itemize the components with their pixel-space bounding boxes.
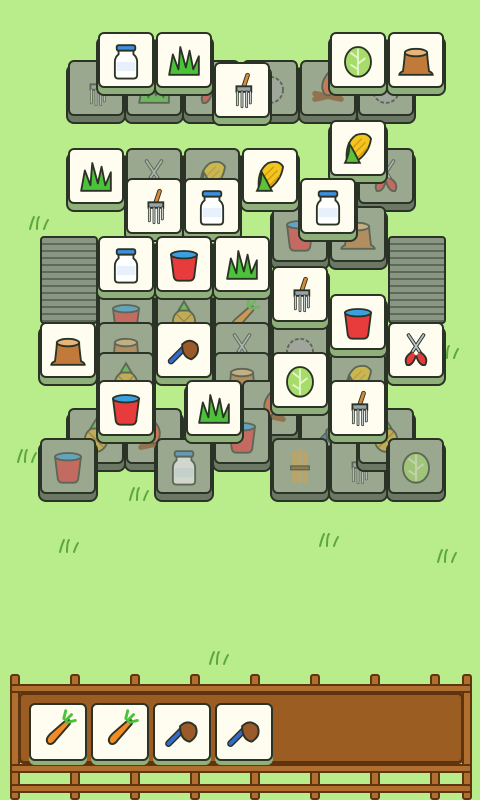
tray-tile-brush bbox=[215, 703, 273, 761]
lettuce-icon bbox=[402, 452, 430, 484]
water-bucket-icon bbox=[169, 250, 199, 282]
board-tile-water-bucket[interactable] bbox=[156, 236, 212, 292]
grass-icon bbox=[168, 46, 200, 76]
tile-stack-right bbox=[388, 236, 446, 324]
grass-tuft-decoration bbox=[58, 538, 80, 558]
pitchfork-icon bbox=[293, 276, 311, 313]
grass-tuft-decoration bbox=[28, 215, 50, 235]
game-board bbox=[0, 0, 480, 665]
board-tile-water-bucket[interactable] bbox=[98, 380, 154, 436]
board-tile-tree-stump[interactable] bbox=[40, 322, 96, 378]
board-tile-pitchfork[interactable] bbox=[330, 380, 386, 436]
board-tile-lettuce bbox=[388, 438, 444, 494]
board-tile-wheat-bundle bbox=[272, 438, 328, 494]
grass-icon bbox=[226, 250, 258, 280]
brush-icon bbox=[227, 721, 260, 747]
milk-bottle-icon bbox=[171, 450, 197, 486]
tree-stump-icon bbox=[398, 47, 434, 76]
board-tile-grass[interactable] bbox=[214, 236, 270, 292]
board-tile-lettuce[interactable] bbox=[272, 352, 328, 408]
tray-tile-carrot bbox=[91, 703, 149, 761]
tray-tile-brush bbox=[153, 703, 211, 761]
pruning-shears-icon bbox=[404, 333, 428, 367]
milk-bottle-icon bbox=[199, 190, 225, 226]
board-tile-water-bucket[interactable] bbox=[330, 294, 386, 350]
milk-bottle-icon bbox=[113, 44, 139, 80]
brush-icon bbox=[165, 721, 198, 747]
brush-icon bbox=[167, 339, 199, 365]
board-tile-milk-bottle bbox=[156, 438, 212, 494]
water-bucket-icon bbox=[111, 394, 141, 426]
board-tile-lettuce[interactable] bbox=[330, 32, 386, 88]
board-tile-tree-stump[interactable] bbox=[388, 32, 444, 88]
milk-bottle-icon bbox=[113, 248, 139, 284]
water-bucket-icon bbox=[53, 452, 83, 484]
carrot-icon bbox=[45, 709, 77, 746]
board-tile-milk-bottle[interactable] bbox=[98, 236, 154, 292]
board-tile-milk-bottle[interactable] bbox=[98, 32, 154, 88]
board-tile-pitchfork[interactable] bbox=[272, 266, 328, 322]
pitchfork-icon bbox=[351, 390, 369, 427]
milk-bottle-icon bbox=[315, 190, 341, 226]
pitchfork-icon bbox=[147, 188, 165, 225]
board-tile-pitchfork[interactable] bbox=[214, 62, 270, 118]
grass-tuft-decoration bbox=[436, 548, 458, 568]
board-tile-corn[interactable] bbox=[330, 120, 386, 176]
fence-rail bbox=[10, 764, 472, 773]
tile-stack-left bbox=[40, 236, 98, 324]
pitchfork-icon bbox=[235, 72, 253, 109]
board-tile-grass[interactable] bbox=[68, 148, 124, 204]
board-tile-water-bucket bbox=[40, 438, 96, 494]
board-tile-pruning-shears[interactable] bbox=[388, 322, 444, 378]
lettuce-icon bbox=[344, 46, 372, 78]
board-tile-grass[interactable] bbox=[156, 32, 212, 88]
board-tile-brush[interactable] bbox=[156, 322, 212, 378]
grass-tuft-decoration bbox=[318, 532, 340, 552]
board-tile-milk-bottle[interactable] bbox=[300, 178, 356, 234]
tray-panel bbox=[18, 692, 464, 764]
grass-icon bbox=[198, 394, 230, 424]
fence-rail bbox=[10, 784, 472, 793]
grass-tuft-decoration bbox=[16, 448, 38, 468]
board-tile-corn[interactable] bbox=[242, 148, 298, 204]
carrot-icon bbox=[107, 709, 139, 746]
board-tile-pitchfork[interactable] bbox=[126, 178, 182, 234]
lettuce-icon bbox=[286, 366, 314, 398]
grass-tuft-decoration bbox=[128, 486, 150, 506]
grass-tuft-decoration bbox=[208, 650, 230, 670]
tree-stump-icon bbox=[50, 337, 86, 366]
corn-icon bbox=[343, 132, 372, 164]
tray-tile-carrot bbox=[29, 703, 87, 761]
board-tile-milk-bottle[interactable] bbox=[184, 178, 240, 234]
wheat-bundle-icon bbox=[290, 448, 310, 484]
grass-icon bbox=[80, 162, 112, 192]
water-bucket-icon bbox=[343, 308, 373, 340]
corn-icon bbox=[255, 160, 284, 192]
board-tile-grass[interactable] bbox=[186, 380, 242, 436]
